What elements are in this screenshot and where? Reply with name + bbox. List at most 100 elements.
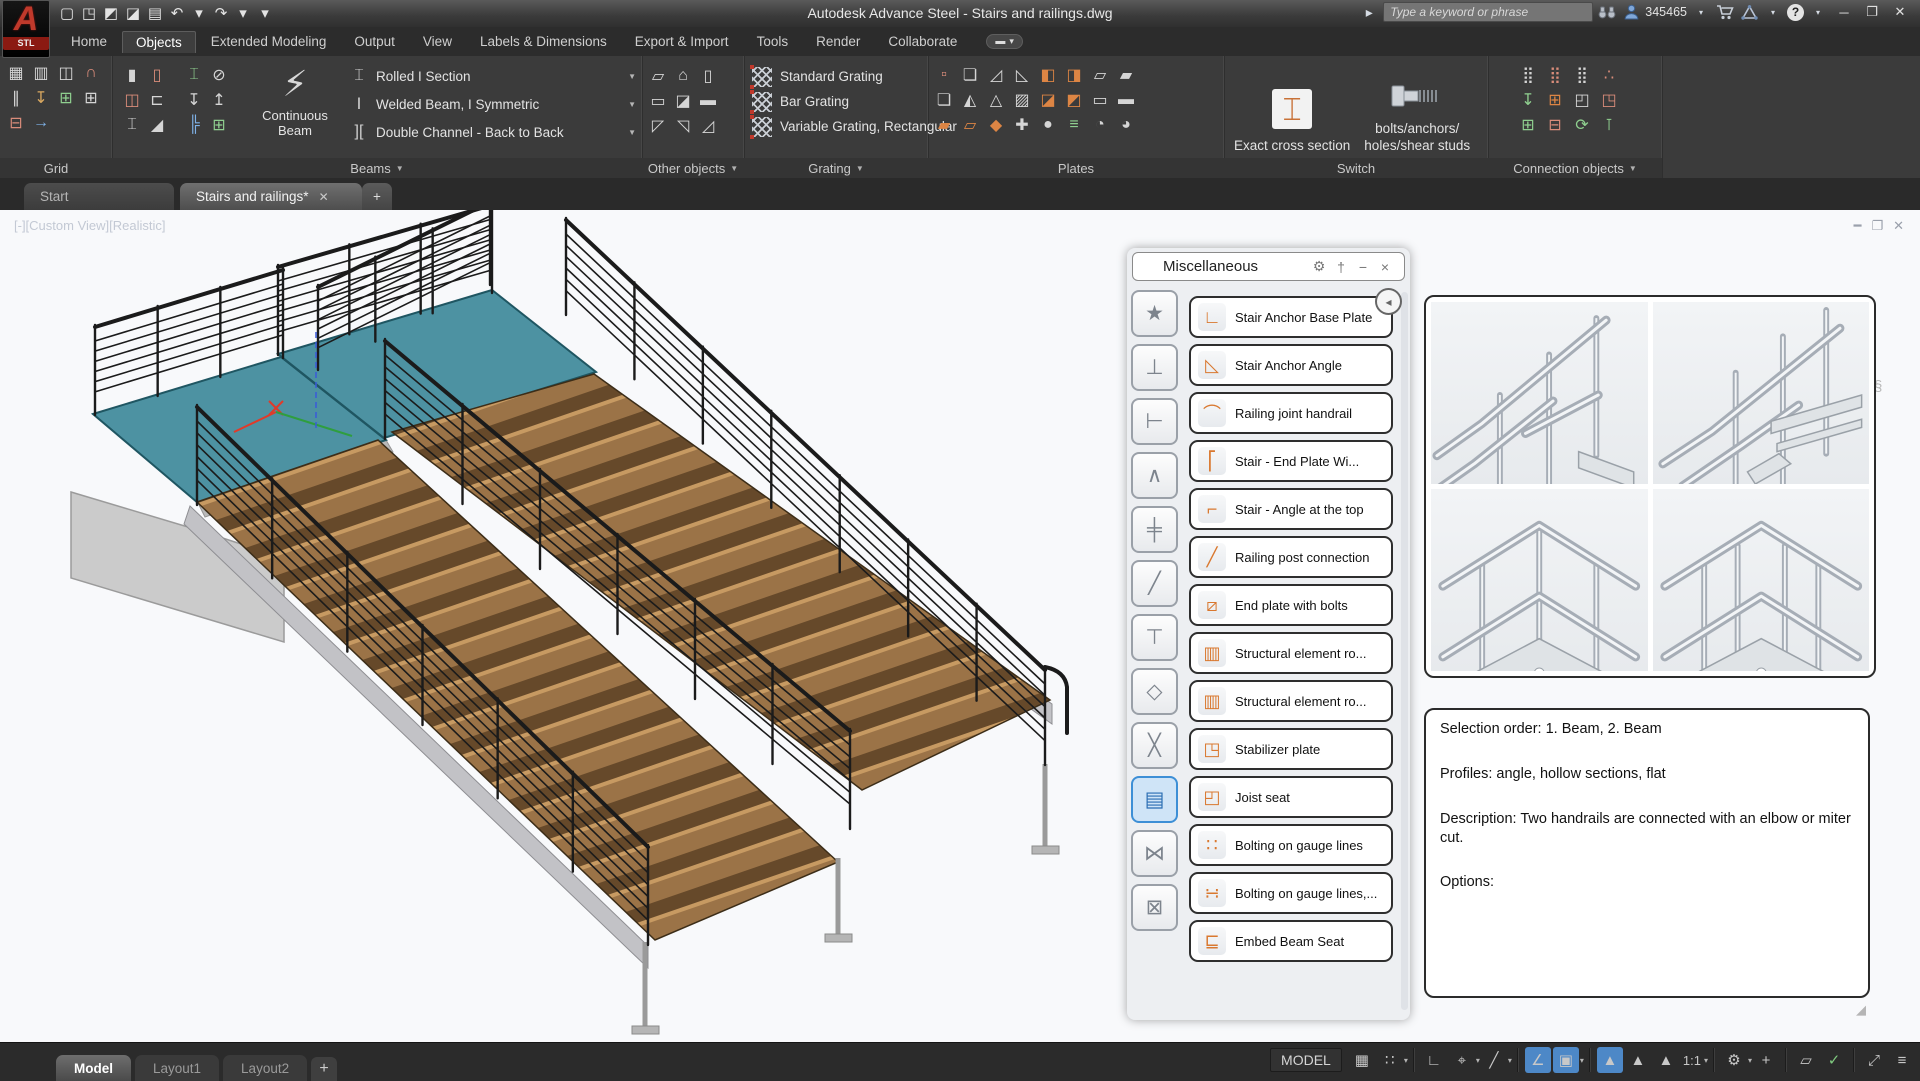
beam-raise-icon[interactable]: ↥ bbox=[207, 88, 231, 112]
conn-corner1-icon[interactable]: ◰ bbox=[1570, 88, 1594, 112]
tab-collaborate[interactable]: Collaborate bbox=[875, 31, 970, 52]
bolts-anchors-button[interactable]: bolts/anchors/ holes/shear studs bbox=[1364, 58, 1470, 154]
open-folder-icon[interactable]: ◳ bbox=[78, 2, 100, 24]
group-label-grating[interactable]: Grating▼ bbox=[744, 158, 928, 178]
app-logo[interactable]: A STL bbox=[2, 0, 50, 58]
group-label-other-objects[interactable]: Other objects▼ bbox=[642, 158, 744, 178]
grid-distance-icon[interactable]: ▥ bbox=[29, 61, 53, 85]
preview-corner-elbow[interactable] bbox=[1431, 489, 1648, 671]
ortho-mode-icon[interactable]: ∟ bbox=[1421, 1047, 1447, 1073]
grid-arc-icon[interactable]: ∩ bbox=[79, 61, 103, 85]
beam-insert-icon[interactable]: ⊞ bbox=[207, 113, 231, 137]
plate-disc-icon[interactable]: ● bbox=[1036, 113, 1060, 137]
save-icon[interactable]: ◩ bbox=[100, 2, 122, 24]
resize-grip-icon[interactable]: ◢ bbox=[1856, 1002, 1866, 1018]
category-turnbuckle[interactable]: ⋈ bbox=[1131, 830, 1178, 877]
qat-customize-icon[interactable]: ▾ bbox=[254, 2, 276, 24]
help-dropdown-icon[interactable]: ▾ bbox=[1808, 2, 1828, 22]
grid-add-axis-icon[interactable]: ⊞ bbox=[79, 86, 103, 110]
palette-close-icon[interactable]: × bbox=[1374, 259, 1396, 275]
exchange-dropdown-icon[interactable]: ▾ bbox=[1763, 2, 1783, 22]
palette-item-stair-end-plate[interactable]: ⎡ Stair - End Plate Wi... bbox=[1189, 440, 1393, 482]
plate-big-icon[interactable]: ❏ bbox=[932, 88, 956, 112]
window-minimize-icon[interactable]: ─ bbox=[1832, 5, 1856, 20]
category-clash-check[interactable]: ⊠ bbox=[1131, 884, 1178, 931]
annotation-autoscale-icon[interactable]: ▲ bbox=[1625, 1047, 1651, 1073]
plate-corner1-icon[interactable]: ◪ bbox=[1036, 88, 1060, 112]
tab-output[interactable]: Output bbox=[341, 31, 408, 52]
anchor-field-icon[interactable]: ⣿ bbox=[1570, 63, 1594, 87]
plate-add-icon[interactable]: ✚ bbox=[1010, 113, 1034, 137]
tab-tools[interactable]: Tools bbox=[744, 31, 802, 52]
plate-zigzag-icon[interactable]: ▨ bbox=[1010, 88, 1034, 112]
tab-home[interactable]: Home bbox=[58, 31, 120, 52]
plate-vault-icon[interactable]: △ bbox=[984, 88, 1008, 112]
continuous-beam-button[interactable]: ⚡ Continuous Beam bbox=[254, 60, 336, 154]
plate-object-icon[interactable]: ▱ bbox=[646, 64, 670, 88]
help-icon[interactable]: ? bbox=[1787, 4, 1804, 21]
rolled-i-section-dropdown[interactable]: ⌶ Rolled I Section▼ bbox=[350, 62, 636, 90]
double-channel-dropdown[interactable]: ][ Double Channel - Back to Back▼ bbox=[350, 118, 636, 146]
grid-trim-icon[interactable]: ⊟ bbox=[4, 111, 28, 135]
palette-item-railing-post-connection[interactable]: ╱ Railing post connection bbox=[1189, 536, 1393, 578]
palette-item-structural-element-1[interactable]: ▥ Structural element ro... bbox=[1189, 632, 1393, 674]
window-restore-icon[interactable]: ❐ bbox=[1860, 4, 1884, 20]
annotation-scale-label[interactable]: 1:1 bbox=[1680, 1053, 1704, 1068]
new-file-icon[interactable]: ▢ bbox=[56, 2, 78, 24]
plate-stack-icon[interactable]: ≡ bbox=[1062, 113, 1086, 137]
polybeam-icon[interactable]: ▯ bbox=[145, 63, 169, 87]
beam-node-icon[interactable]: ⊘ bbox=[207, 63, 231, 87]
bolt-circle-icon[interactable]: ∴ bbox=[1597, 63, 1621, 87]
curved-beam-icon[interactable]: ⊏ bbox=[145, 88, 169, 112]
palette-settings-gear-icon[interactable]: ⚙ bbox=[1308, 258, 1330, 275]
plate-bar-icon[interactable]: ▭ bbox=[1088, 88, 1112, 112]
palette-item-stair-angle-at-top[interactable]: ⌐ Stair - Angle at the top bbox=[1189, 488, 1393, 530]
group-label-beams[interactable]: Beams▼ bbox=[112, 158, 642, 178]
isodraft-icon[interactable]: ╱ bbox=[1481, 1047, 1507, 1073]
user-profile-icon[interactable] bbox=[1621, 2, 1641, 22]
settings-gear-icon[interactable]: ⚙ bbox=[1721, 1047, 1747, 1073]
plate-rect-icon[interactable]: ▫ bbox=[932, 63, 956, 87]
snap-mode-icon-dropdown[interactable]: ▾ bbox=[1404, 1056, 1408, 1065]
beam-vertical-icon[interactable]: ⌶ bbox=[182, 63, 206, 87]
object-snap-icon-dropdown[interactable]: ▾ bbox=[1580, 1056, 1584, 1065]
category-gussets[interactable]: ╳ bbox=[1131, 722, 1178, 769]
tab-render[interactable]: Render bbox=[803, 31, 873, 52]
wall-icon[interactable]: ▮ bbox=[120, 63, 144, 87]
autosnap-tracking-icon[interactable]: ∠ bbox=[1525, 1047, 1551, 1073]
shear-stud-icon[interactable]: ↧ bbox=[1516, 88, 1540, 112]
ibeam-icon[interactable]: ⌶ bbox=[120, 113, 144, 137]
ribbon-display-toggle[interactable]: ▬▾ bbox=[986, 34, 1023, 49]
category-favorites[interactable]: ★ bbox=[1131, 290, 1178, 337]
palette-item-stair-anchor-base-plate[interactable]: ∟ Stair Anchor Base Plate bbox=[1189, 296, 1393, 338]
folded-plate-icon[interactable]: ⌂ bbox=[671, 64, 695, 88]
group-label-connection-objects[interactable]: Connection objects▼ bbox=[1488, 158, 1662, 178]
palette-minimize-icon[interactable]: − bbox=[1352, 259, 1374, 275]
group-label-switch[interactable]: Switch bbox=[1224, 158, 1488, 178]
tab-objects[interactable]: Objects bbox=[122, 31, 196, 53]
annotation-scale-label-dropdown[interactable]: ▾ bbox=[1704, 1056, 1708, 1065]
file-tab-new[interactable]: + bbox=[362, 183, 392, 210]
category-moment-connections[interactable]: ⊢ bbox=[1131, 398, 1178, 445]
conn-add-icon[interactable]: ⊞ bbox=[1516, 113, 1540, 137]
palette-item-structural-element-2[interactable]: ▥ Structural element ro... bbox=[1189, 680, 1393, 722]
account-id[interactable]: 345465 bbox=[1645, 5, 1687, 19]
palette-item-bolting-gauge-lines-2[interactable]: ∺ Bolting on gauge lines,... bbox=[1189, 872, 1393, 914]
customization-plus-icon[interactable]: + bbox=[1753, 1047, 1779, 1073]
search-input[interactable] bbox=[1383, 2, 1593, 22]
corner-plate-icon[interactable]: ◸ bbox=[646, 114, 670, 138]
gusset-icon[interactable]: ◹ bbox=[671, 114, 695, 138]
plate-thick-icon[interactable]: ▬ bbox=[1114, 88, 1138, 112]
plate-trapezoid-icon[interactable]: ◭ bbox=[958, 88, 982, 112]
account-dropdown-icon[interactable]: ▾ bbox=[1691, 2, 1711, 22]
plate-poly-icon[interactable]: ❏ bbox=[958, 63, 982, 87]
fullscreen-icon[interactable]: ⤢ bbox=[1861, 1047, 1887, 1073]
file-tab-active[interactable]: Stairs and railings* ✕ bbox=[180, 183, 362, 210]
group-label-grid[interactable]: Grid bbox=[0, 158, 112, 178]
bent-plate-icon[interactable]: ◪ bbox=[671, 89, 695, 113]
redo-icon[interactable]: ↷ bbox=[210, 2, 232, 24]
palette-scrollbar[interactable] bbox=[1401, 292, 1408, 1010]
binoculars-search-icon[interactable] bbox=[1597, 2, 1617, 22]
layout-tab-layout2[interactable]: Layout2 bbox=[223, 1055, 307, 1081]
palette-pin-icon[interactable]: † bbox=[1330, 259, 1352, 275]
